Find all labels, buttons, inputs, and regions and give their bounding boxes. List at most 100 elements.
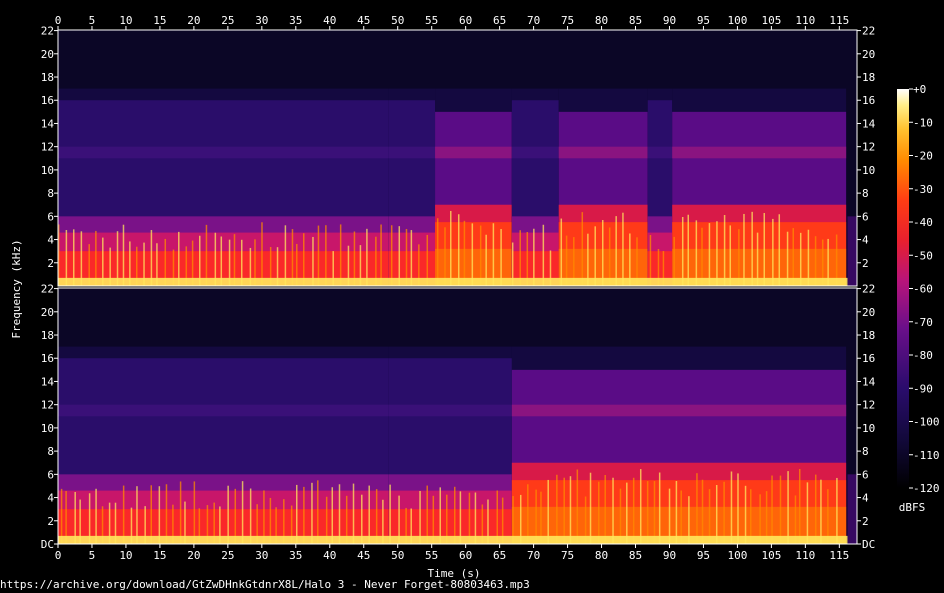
x-tick-label-bottom: 35 (289, 549, 302, 562)
transient-streak (836, 477, 838, 544)
transient-streak (696, 473, 698, 544)
x-tick-label-top: 100 (727, 14, 747, 27)
transient-streak (744, 485, 747, 544)
transient-streak (622, 212, 624, 286)
y-tick-label-right: 10 (862, 164, 875, 177)
transient-streak (519, 230, 521, 286)
segment-1 (58, 346, 389, 544)
transient-streak (479, 225, 482, 286)
transient-streak (589, 472, 592, 544)
segment-line-12khz (58, 404, 389, 417)
y-tick-label-left: 12 (41, 141, 54, 154)
y-tick-label-left: 22 (41, 283, 54, 296)
y-tick-label-right: 8 (862, 445, 869, 458)
y-tick-label-right: 22 (862, 283, 875, 296)
segment-line-12khz (647, 146, 673, 159)
transient-streak (150, 485, 153, 544)
transient-streak (827, 489, 829, 544)
segment-line-12khz (388, 404, 512, 417)
transient-streak (234, 488, 237, 544)
x-tick-label-bottom: 50 (391, 549, 404, 562)
transient-streak (602, 220, 604, 286)
segment-2 (388, 88, 436, 287)
segment-line-12khz (511, 146, 559, 159)
channel-1-spectrogram (58, 30, 857, 287)
y-tick-label-left: 2 (47, 515, 54, 528)
segment-line-12khz (388, 146, 436, 159)
transient-streak (807, 229, 810, 286)
segment-6 (647, 88, 673, 287)
transient-streak (772, 218, 774, 286)
transient-streak (317, 480, 319, 544)
colorbar-tick-label: -30 (913, 183, 933, 196)
fade-tail (847, 474, 857, 544)
transient-streak (380, 224, 382, 286)
x-tick-label-top: 90 (663, 14, 676, 27)
x-tick-label-bottom: 25 (221, 549, 234, 562)
x-tick-label-bottom: 15 (153, 549, 166, 562)
y-axis-label: Frequency (kHz) (10, 239, 23, 338)
transient-streak (72, 229, 75, 286)
transient-streak (708, 223, 711, 286)
x-tick-label-bottom: 20 (187, 549, 200, 562)
transient-streak (450, 210, 452, 286)
transient-streak (598, 481, 600, 544)
transient-streak (608, 227, 611, 286)
y-tick-label-right: 14 (862, 117, 876, 130)
transient-streak (556, 474, 558, 544)
transient-streak (778, 214, 781, 286)
transient-streak (500, 229, 502, 286)
transient-streak (291, 229, 294, 286)
transient-streak (436, 218, 439, 286)
transient-streak (444, 227, 446, 286)
y-tick-label-left: 2 (47, 257, 54, 270)
transient-streak (60, 488, 63, 544)
y-tick-label-right: 4 (862, 492, 869, 505)
transient-streak (353, 231, 356, 286)
x-tick-label-bottom: 80 (595, 549, 608, 562)
transient-streak (453, 486, 456, 544)
segment-7 (672, 88, 847, 286)
y-tick-label-left: 10 (41, 422, 54, 435)
segment-1 (58, 88, 389, 287)
colorbar-tick-label: -50 (913, 249, 933, 262)
x-tick-label-top: 20 (187, 14, 200, 27)
colorbar-tick-label: -20 (913, 150, 933, 163)
transient-streak (681, 216, 684, 286)
transient-streak (798, 469, 801, 544)
y-tick-label-right: 20 (862, 48, 875, 61)
y-tick-label-right: 2 (862, 257, 869, 270)
x-tick-label-top: 55 (425, 14, 438, 27)
transient-streak (604, 475, 606, 544)
x-tick-label-bottom: 10 (119, 549, 132, 562)
transient-streak (95, 230, 97, 286)
x-tick-label-top: 80 (595, 14, 608, 27)
channel-2-spectrogram (58, 288, 857, 544)
transient-streak (594, 226, 596, 286)
transient-streak (675, 480, 678, 544)
x-tick-label-top: 15 (153, 14, 166, 27)
x-tick-label-top: 115 (829, 14, 849, 27)
transient-streak (786, 231, 789, 286)
y-tick-label-right: 18 (862, 71, 875, 84)
y-tick-label-left: 8 (47, 187, 54, 200)
x-tick-label-bottom: 115 (829, 549, 849, 562)
transient-streak (743, 213, 745, 286)
transient-streak (471, 223, 474, 286)
transient-streak (779, 475, 782, 544)
transient-streak (439, 487, 441, 544)
transient-streak (165, 484, 168, 544)
segment-line-12khz (558, 146, 648, 159)
transient-streak (527, 484, 529, 544)
x-tick-label-bottom: 90 (663, 549, 676, 562)
transient-streak (658, 472, 661, 544)
colorbar-tick-label: -70 (913, 316, 933, 329)
x-tick-label-bottom: 100 (727, 549, 747, 562)
transient-streak (457, 214, 460, 286)
transient-streak (331, 487, 334, 544)
x-tick-label-top: 105 (761, 14, 781, 27)
transient-streak (763, 212, 766, 286)
y-tick-label-left: DC (41, 538, 54, 551)
segment-4 (511, 88, 559, 287)
colorbar-tick-label: +0 (913, 83, 926, 96)
